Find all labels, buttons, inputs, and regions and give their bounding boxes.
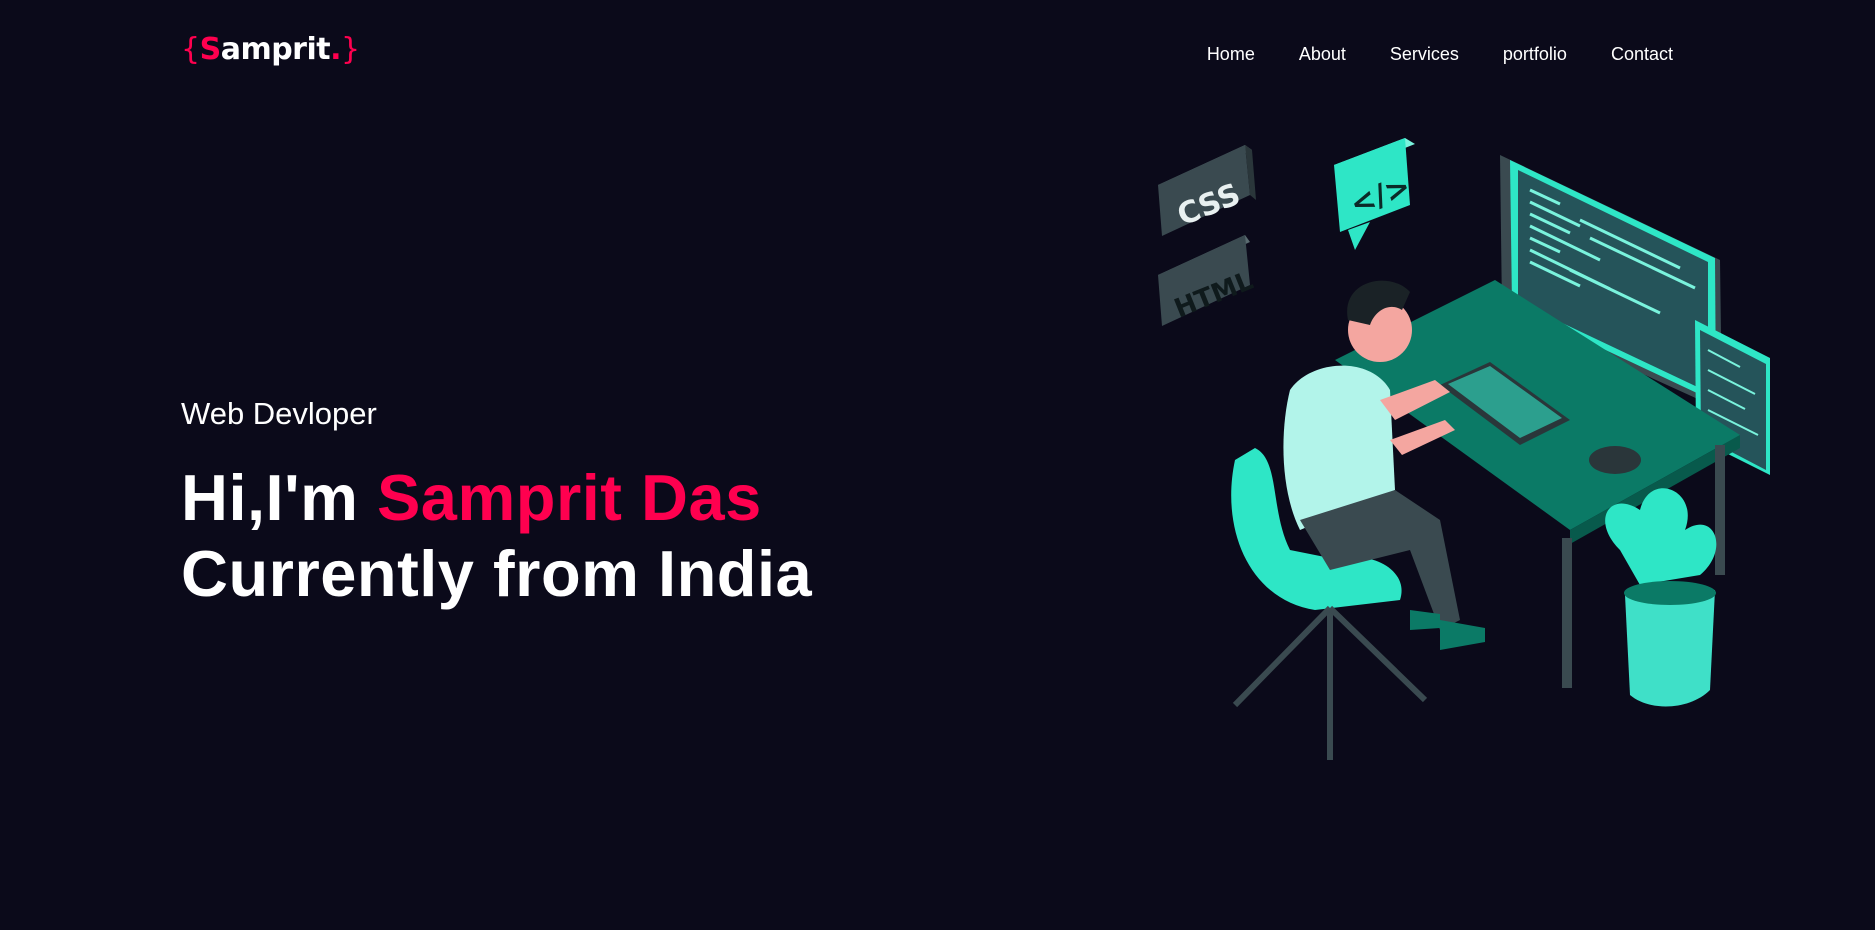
mouse-icon <box>1589 446 1641 474</box>
hero-greeting: Hi,I'm <box>181 461 377 534</box>
nav-portfolio[interactable]: portfolio <box>1503 44 1567 65</box>
developer-illustration: CSS HTML </> <box>1158 138 1770 760</box>
hero-subtitle: Web Devloper <box>181 396 377 431</box>
css-tag-icon: CSS <box>1158 145 1256 236</box>
hero-name: Samprit Das <box>376 461 762 534</box>
plant-icon <box>1605 488 1717 707</box>
logo-text: amprit <box>220 32 331 67</box>
nav-services[interactable]: Services <box>1390 44 1459 65</box>
code-bubble-icon: </> <box>1334 138 1415 250</box>
logo-open-brace: { <box>181 32 200 67</box>
nav-about[interactable]: About <box>1299 44 1346 65</box>
hero-headline: Hi,I'm Samprit Das Currently from India <box>181 460 812 612</box>
logo-initial: S <box>199 32 222 67</box>
logo-close-brace: } <box>341 32 360 67</box>
hero-section: Web Devloper Hi,I'm Samprit Das Currentl… <box>181 396 812 612</box>
nav-contact[interactable]: Contact <box>1611 44 1673 65</box>
logo-dot: . <box>330 32 342 67</box>
site-logo[interactable]: { S amprit . } <box>181 32 360 67</box>
nav-home[interactable]: Home <box>1207 44 1255 65</box>
hero-location: Currently from India <box>181 537 813 610</box>
html-tag-icon: HTML <box>1158 235 1258 326</box>
main-nav: Home About Services portfolio Contact <box>1207 44 1673 65</box>
